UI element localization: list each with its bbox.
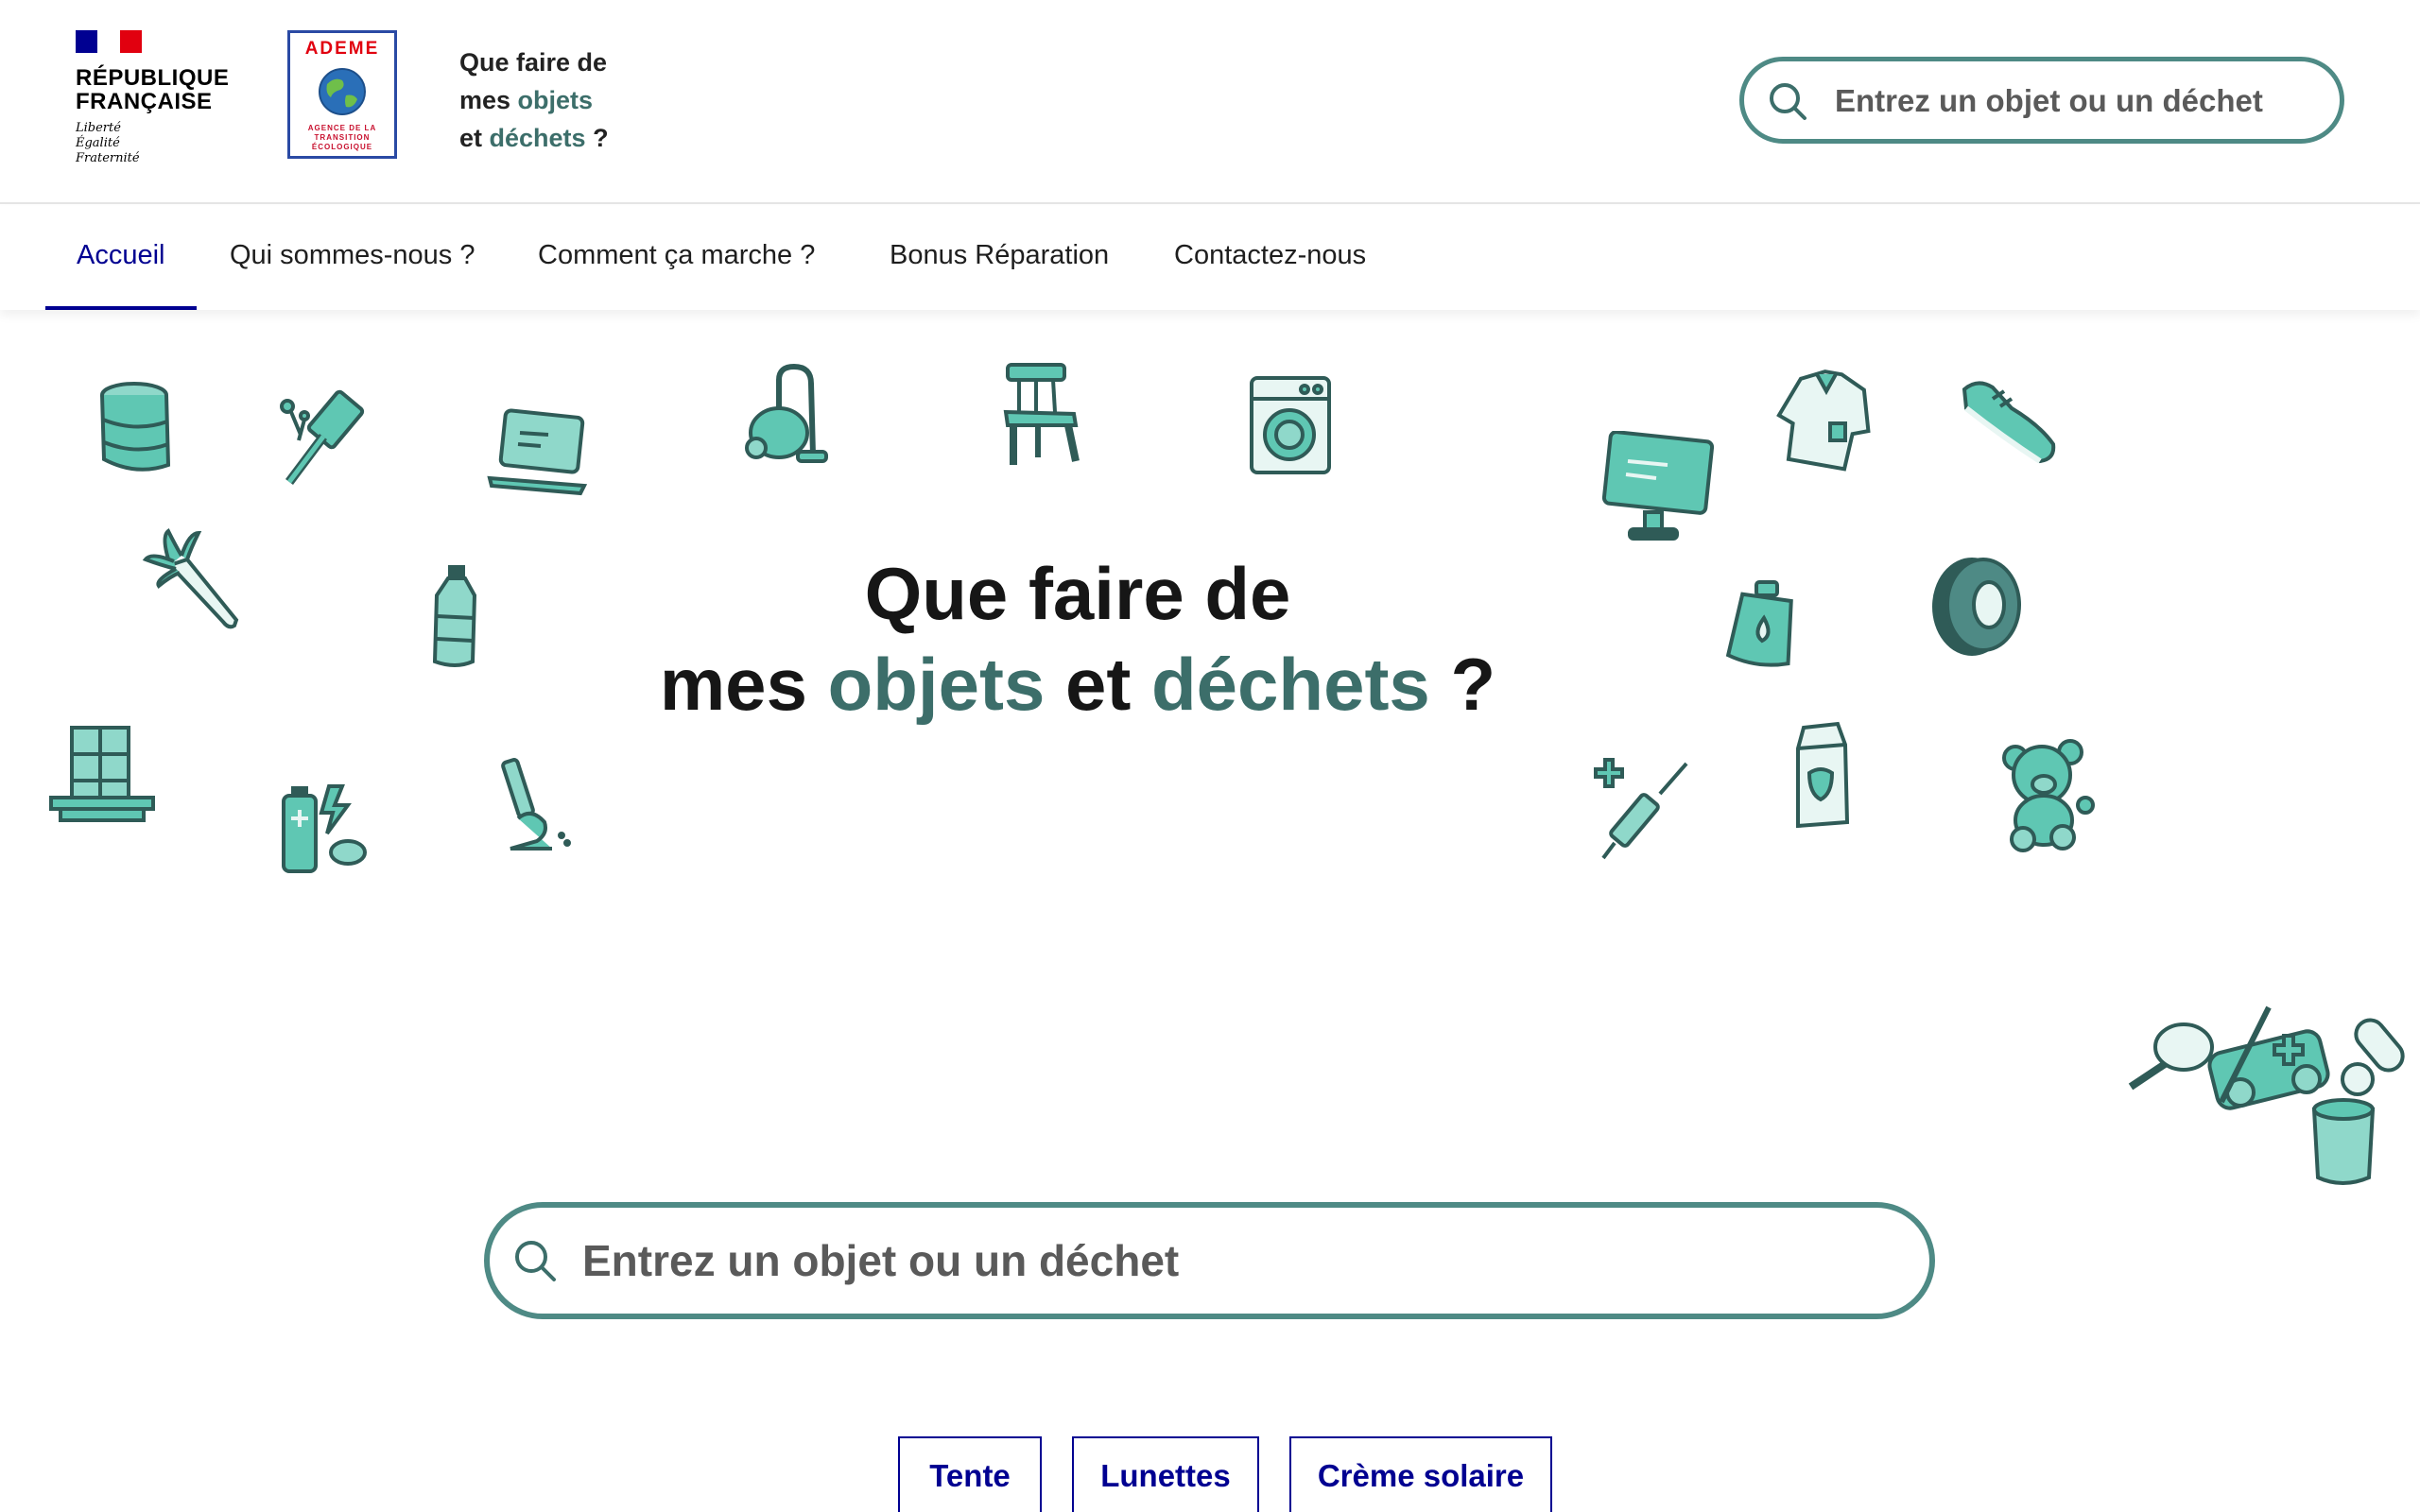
nav-item-comment-ca-marche[interactable]: Comment ça marche ?	[538, 206, 815, 310]
leek-icon	[142, 527, 240, 633]
suggestion-chip[interactable]: Tente	[898, 1436, 1042, 1512]
ademe-subtitle: AGENCE DE LA TRANSITION ÉCOLOGIQUE	[307, 124, 377, 151]
cigarette-icon	[499, 756, 577, 856]
ademe-logo[interactable]: ADEME AGENCE DE LA TRANSITION ÉCOLOGIQUE	[287, 30, 397, 159]
main-search-input[interactable]	[582, 1227, 1887, 1295]
suggestion-chip[interactable]: Crème solaire	[1289, 1436, 1552, 1512]
window-icon	[47, 724, 157, 824]
nav-item-accueil[interactable]: Accueil	[45, 206, 196, 310]
bottle-icon	[427, 563, 484, 671]
site-title[interactable]: Que faire de mes objets et déchets ?	[459, 43, 609, 157]
ademe-title: ADEME	[304, 39, 380, 59]
header-search[interactable]	[1739, 57, 2344, 144]
shirt-icon	[1773, 367, 1877, 474]
header-search-input[interactable]	[1835, 75, 2308, 128]
search-icon	[515, 1241, 556, 1281]
main-search[interactable]	[484, 1202, 1935, 1319]
tire-icon	[1927, 552, 2027, 660]
french-flag-icon	[76, 30, 142, 53]
nav-item-contactez-nous[interactable]: Contactez-nous	[1174, 206, 1366, 310]
syringe-icon	[1592, 756, 1694, 866]
teddy-bear-icon	[1996, 737, 2095, 854]
object-pile-icon	[2127, 988, 2411, 1189]
vacuum-icon	[737, 361, 832, 469]
laptop-icon	[486, 408, 592, 499]
republique-name: RÉPUBLIQUE FRANÇAISE	[76, 65, 230, 114]
suggestion-chip[interactable]: Lunettes	[1072, 1436, 1259, 1512]
milk-carton-icon	[1785, 720, 1857, 832]
sneaker-icon	[1955, 370, 2061, 469]
republique-francaise-logo[interactable]: RÉPUBLIQUE FRANÇAISE Liberté Égalité Fra…	[76, 30, 236, 172]
detergent-icon	[1724, 578, 1800, 669]
barrel-icon	[91, 378, 182, 482]
suggestion-chips: Tente Lunettes Crème solaire	[0, 1436, 2420, 1512]
site-header: RÉPUBLIQUE FRANÇAISE Liberté Égalité Fra…	[0, 0, 2420, 204]
monitor-icon	[1598, 431, 1715, 544]
hero-title: Que faire de mes objets et déchets ?	[659, 552, 1496, 726]
search-icon	[1770, 83, 1806, 120]
globe-icon	[319, 68, 366, 115]
washing-machine-icon	[1246, 374, 1335, 478]
battery-icon	[276, 781, 371, 877]
chair-icon	[1000, 359, 1085, 471]
nav-item-bonus-reparation[interactable]: Bonus Réparation	[890, 206, 1109, 310]
nav-item-qui-sommes-nous[interactable]: Qui sommes-nous ?	[230, 206, 475, 310]
main-nav: Accueil Qui sommes-nous ? Comment ça mar…	[0, 206, 2420, 310]
hammer-icon	[272, 387, 376, 491]
republique-motto: Liberté Égalité Fraternité	[76, 121, 140, 165]
